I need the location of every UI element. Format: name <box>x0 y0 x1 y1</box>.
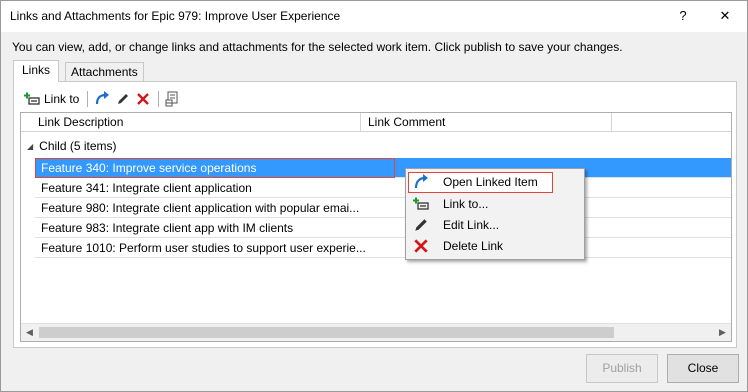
toolbar-separator <box>158 91 160 107</box>
menu-item-label: Link to... <box>443 197 489 211</box>
scroll-right-arrow-icon[interactable]: ▶ <box>714 324 731 341</box>
link-description-cell: Feature 980: Integrate client applicatio… <box>41 201 360 215</box>
menu-item-open-linked-item[interactable]: Open Linked Item <box>407 172 583 193</box>
column-header-link-comment[interactable]: Link Comment <box>368 115 445 129</box>
group-row-child[interactable]: ◢ Child (5 items) <box>27 139 117 153</box>
table-row[interactable]: Feature 340: Improve service operations <box>35 158 731 178</box>
context-menu: Open Linked Item Link to... Edit Link...… <box>405 168 585 260</box>
publish-button[interactable]: Publish <box>586 354 658 383</box>
help-button[interactable]: ? <box>669 4 697 28</box>
menu-item-delete-link[interactable]: Delete Link <box>407 236 583 256</box>
column-options-button[interactable] <box>165 91 179 107</box>
links-toolbar: Link to <box>24 90 185 108</box>
scrollbar-thumb[interactable] <box>39 327 614 338</box>
links-attachments-dialog: Links and Attachments for Epic 979: Impr… <box>0 0 748 392</box>
edit-link-button[interactable] <box>116 92 130 106</box>
window-title: Links and Attachments for Epic 979: Impr… <box>10 9 341 23</box>
link-description-cell: Feature 983: Integrate client app with I… <box>41 221 294 235</box>
horizontal-scrollbar[interactable]: ◀ ▶ <box>21 323 731 341</box>
menu-item-link-to[interactable]: Link to... <box>407 194 583 214</box>
title-bar: Links and Attachments for Epic 979: Impr… <box>1 1 747 32</box>
add-link-icon <box>413 197 429 210</box>
grid-header: Link Description Link Comment <box>21 113 731 132</box>
table-row[interactable]: Feature 341: Integrate client applicatio… <box>35 178 731 198</box>
open-linked-item-button[interactable] <box>94 91 110 107</box>
delete-icon <box>137 93 150 105</box>
link-description-cell: Feature 341: Integrate client applicatio… <box>41 181 252 195</box>
link-description-cell: Feature 1010: Perform user studies to su… <box>41 241 366 255</box>
open-linked-item-icon <box>414 174 428 189</box>
menu-item-edit-link[interactable]: Edit Link... <box>407 215 583 235</box>
link-to-button[interactable]: Link to <box>24 92 79 106</box>
toolbar-separator <box>87 91 89 107</box>
column-divider[interactable] <box>360 113 361 131</box>
delete-link-button[interactable] <box>136 92 150 106</box>
menu-item-label: Open Linked Item <box>443 175 538 189</box>
menu-item-label: Edit Link... <box>443 218 500 232</box>
tab-links[interactable]: Links <box>13 60 60 82</box>
links-panel: Link to Link Description Link Comment ◢ … <box>13 81 737 348</box>
close-window-button[interactable]: ✕ <box>711 4 739 28</box>
columns-icon <box>165 91 178 107</box>
open-linked-item-icon <box>96 91 110 105</box>
group-label: Child (5 items) <box>39 139 117 153</box>
edit-icon <box>118 94 129 104</box>
column-header-link-description[interactable]: Link Description <box>38 115 123 129</box>
links-grid: Link Description Link Comment ◢ Child (5… <box>20 112 732 342</box>
column-divider[interactable] <box>611 113 612 131</box>
close-button[interactable]: Close <box>667 354 739 383</box>
dialog-description: You can view, add, or change links and a… <box>12 40 623 54</box>
table-row[interactable]: Feature 1010: Perform user studies to su… <box>35 238 731 258</box>
menu-item-label: Delete Link <box>443 239 504 253</box>
scroll-left-arrow-icon[interactable]: ◀ <box>21 324 38 341</box>
delete-icon <box>414 239 428 253</box>
tab-attachments[interactable]: Attachments <box>65 62 144 82</box>
edit-icon <box>415 219 427 231</box>
table-row[interactable]: Feature 980: Integrate client applicatio… <box>35 198 731 218</box>
table-row[interactable]: Feature 983: Integrate client app with I… <box>35 218 731 238</box>
add-link-icon <box>24 92 40 105</box>
link-description-cell: Feature 340: Improve service operations <box>41 161 257 175</box>
collapse-triangle-icon[interactable]: ◢ <box>27 142 33 151</box>
link-to-label: Link to <box>44 92 80 106</box>
